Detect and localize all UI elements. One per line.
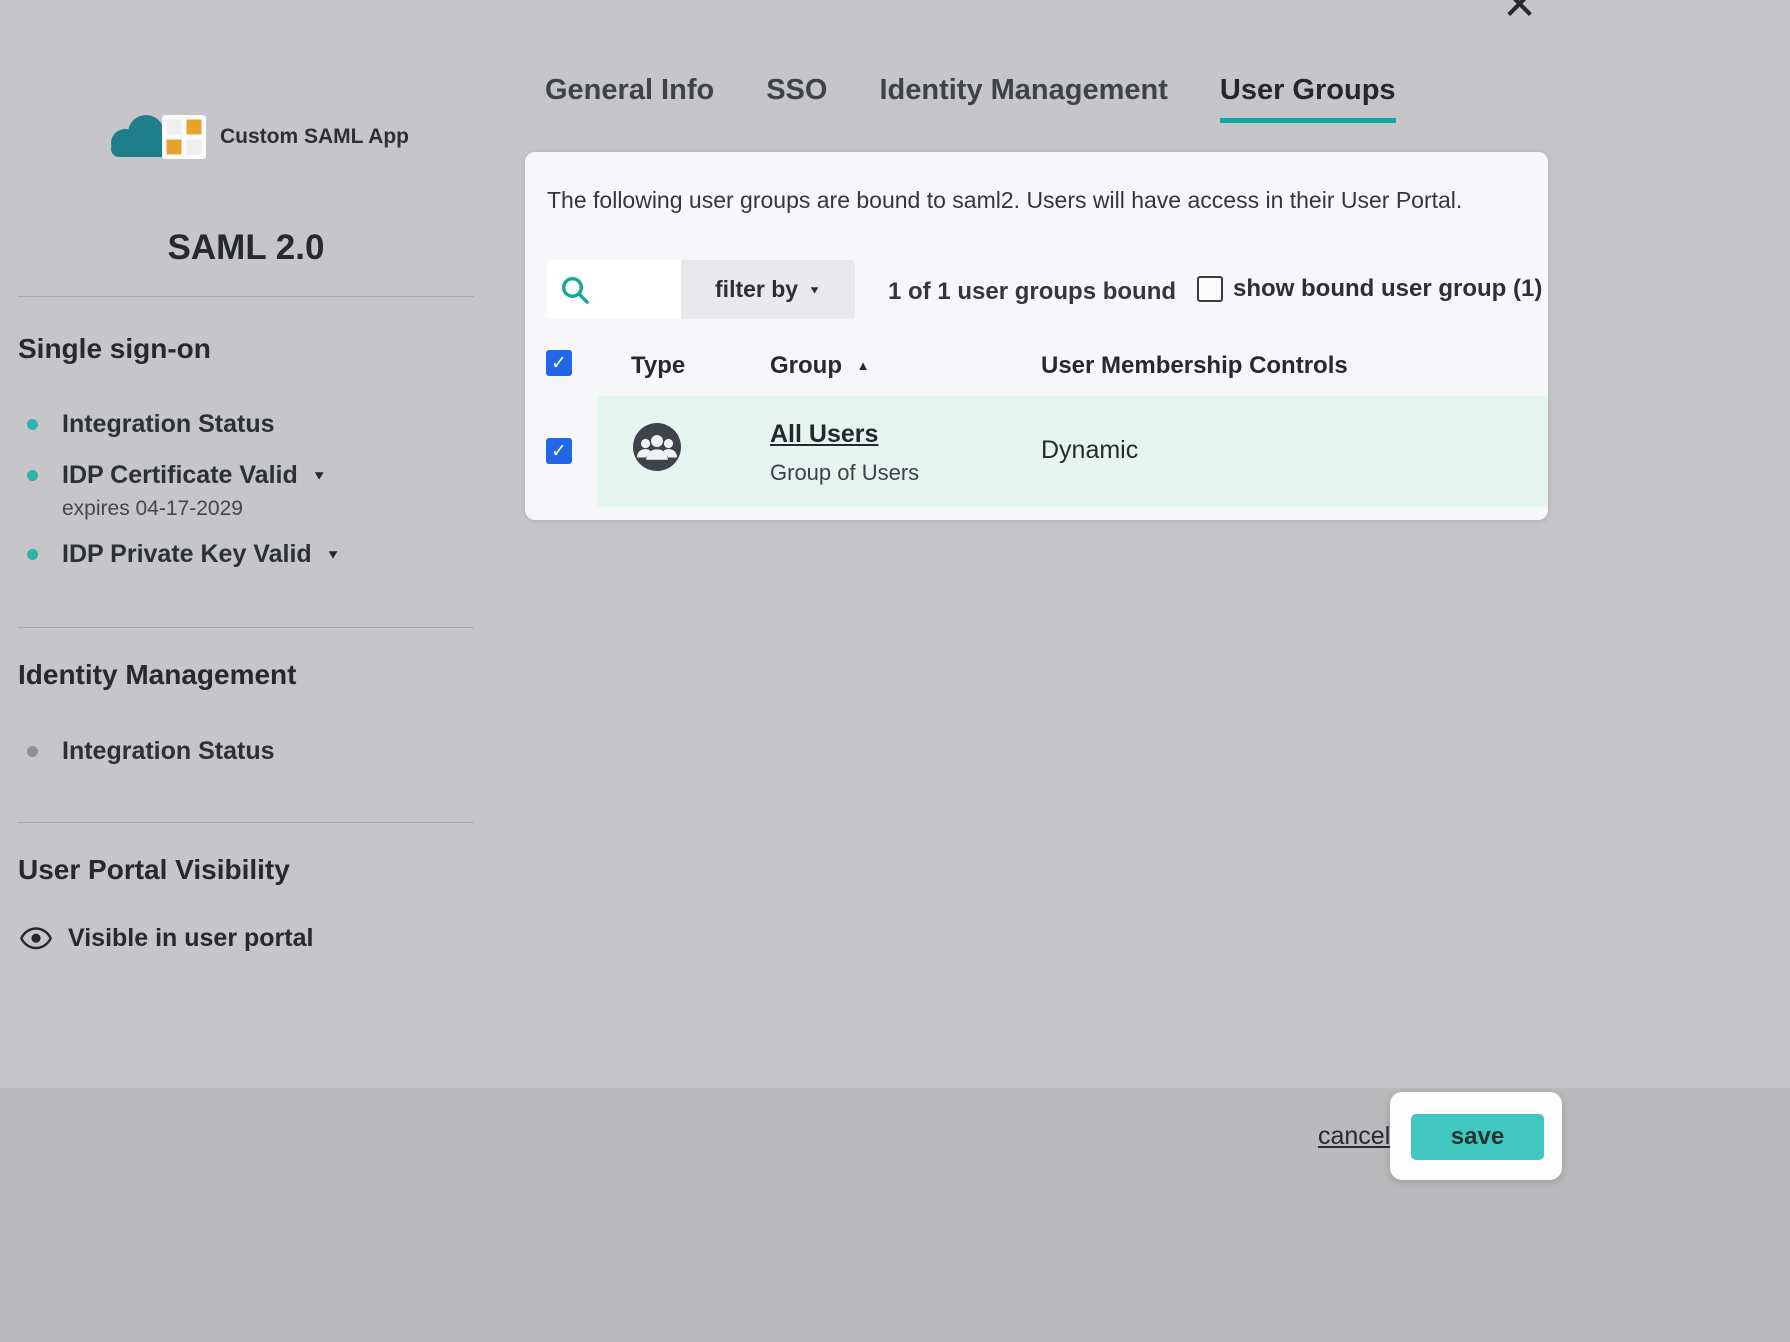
sort-ascending-icon[interactable]: ▲ [857,358,870,373]
select-all-checkbox[interactable]: ✓ [546,350,572,376]
portal-visibility-row: Visible in user portal [20,924,313,953]
panel-description: The following user groups are bound to s… [547,187,1462,214]
save-button-container: save [1390,1092,1562,1180]
user-portal-visibility-heading: User Portal Visibility [18,854,290,886]
idp-private-key-item[interactable]: IDP Private Key Valid ▼ [27,540,341,569]
filter-by-label: filter by [715,276,798,303]
column-header-group[interactable]: Group ▲ [770,352,870,380]
search-input[interactable] [598,270,676,310]
sso-section-heading: Single sign-on [18,333,211,365]
search-icon [560,275,590,305]
column-header-type: Type [631,352,685,380]
tab-bar: General Info SSO Identity Management Use… [545,74,1396,123]
idp-private-key-label: IDP Private Key Valid [62,540,312,569]
membership-control-value: Dynamic [1041,436,1138,465]
row-checkbox[interactable]: ✓ [546,438,572,464]
portal-visibility-label: Visible in user portal [68,924,313,953]
check-icon: ✓ [551,354,567,373]
group-header-label: Group [770,352,842,379]
identity-management-heading: Identity Management [18,659,296,691]
status-dot-icon [27,419,38,430]
app-logo: Custom SAML App [104,110,409,164]
save-button[interactable]: save [1411,1114,1544,1160]
search-filter-bar: filter by ▼ [547,260,855,319]
eye-icon [20,927,52,950]
user-group-avatar-icon [633,423,681,471]
idp-certificate-item[interactable]: IDP Certificate Valid ▼ [27,461,327,490]
tab-identity-management[interactable]: Identity Management [879,74,1167,123]
search-box[interactable] [547,260,681,319]
chevron-down-icon[interactable]: ▼ [326,547,341,561]
show-bound-checkbox[interactable] [1197,276,1223,302]
status-dot-icon [27,470,38,481]
table-row[interactable]: All Users Group of Users Dynamic [597,396,1548,507]
group-name-link[interactable]: All Users [770,420,878,449]
select-all-row: ✓ [546,350,572,376]
sso-integration-status-item: Integration Status [27,410,275,439]
protocol-title: SAML 2.0 [18,228,474,268]
cancel-button[interactable]: cancel [1318,1122,1390,1151]
idm-integration-status-item: Integration Status [27,737,275,766]
footer-bar: cancel save [0,1088,1790,1342]
check-icon: ✓ [551,442,567,461]
idp-certificate-label: IDP Certificate Valid [62,461,298,490]
group-subtitle: Group of Users [770,460,919,486]
chevron-down-icon[interactable]: ▼ [312,468,327,482]
divider [18,822,474,823]
tab-user-groups[interactable]: User Groups [1220,74,1396,123]
user-groups-panel: The following user groups are bound to s… [525,152,1548,520]
status-dot-icon [27,549,38,560]
app-name-label: Custom SAML App [220,125,409,149]
idm-integration-status-label: Integration Status [62,737,275,766]
sso-integration-status-label: Integration Status [62,410,275,439]
chevron-down-icon: ▼ [808,283,821,296]
column-header-membership-controls: User Membership Controls [1041,352,1348,380]
tab-general-info[interactable]: General Info [545,74,714,123]
certificate-expiry-label: expires 04-17-2029 [62,497,243,521]
status-dot-icon [27,746,38,757]
bound-summary-label: 1 of 1 user groups bound [888,278,1176,306]
show-bound-toggle[interactable]: show bound user group (1) [1197,275,1542,303]
close-icon[interactable]: ✕ [1502,0,1537,26]
tab-sso[interactable]: SSO [766,74,827,123]
divider [18,296,474,297]
show-bound-label: show bound user group (1) [1233,275,1542,303]
divider [18,627,474,628]
row-checkbox-cell: ✓ [546,438,572,464]
filter-by-dropdown[interactable]: filter by ▼ [681,260,855,319]
custom-saml-app-logo-icon [104,110,210,164]
